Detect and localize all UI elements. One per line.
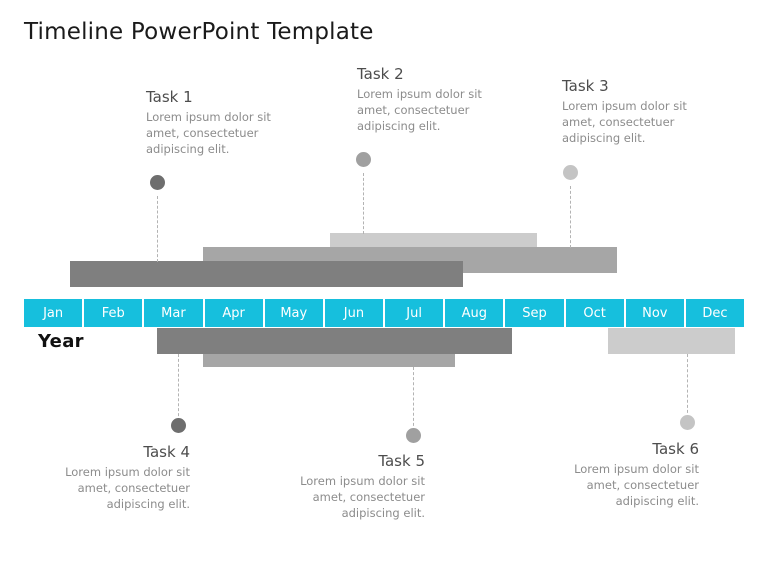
gantt-bar-task-6[interactable] <box>608 328 735 354</box>
task-title-task-1: Task 1 <box>146 88 193 106</box>
connector-task-3 <box>570 186 571 248</box>
month-cell-may[interactable]: May <box>264 299 323 327</box>
marker-task-3[interactable] <box>563 165 578 180</box>
month-cell-jul[interactable]: Jul <box>385 299 444 327</box>
year-label: Year <box>38 331 84 352</box>
connector-task-6 <box>687 354 688 418</box>
month-cell-apr[interactable]: Apr <box>204 299 263 327</box>
task-description-task-6: Lorem ipsum dolor sit amet, consectetuer… <box>574 462 699 508</box>
task-title-task-6: Task 6 <box>652 440 699 458</box>
task-title-task-4: Task 4 <box>143 443 190 461</box>
slide-canvas: Timeline PowerPoint Template Jan Feb Mar… <box>0 0 768 576</box>
month-cell-oct[interactable]: Oct <box>565 299 624 327</box>
month-cell-jun[interactable]: Jun <box>324 299 384 327</box>
month-strip: Jan Feb Mar Apr May Jun Jul Aug Sep Oct … <box>24 299 745 327</box>
marker-task-2[interactable] <box>356 152 371 167</box>
month-cell-nov[interactable]: Nov <box>625 299 684 327</box>
connector-task-4 <box>178 354 179 421</box>
task-title-task-2: Task 2 <box>357 65 404 83</box>
task-label-task-6: Task 6 Lorem ipsum dolor sit amet, conse… <box>547 440 699 510</box>
marker-task-1[interactable] <box>150 175 165 190</box>
connector-task-1 <box>157 196 158 262</box>
task-description-task-3: Lorem ipsum dolor sit amet, consectetuer… <box>562 99 687 145</box>
marker-task-6[interactable] <box>680 415 695 430</box>
task-label-task-3: Task 3 Lorem ipsum dolor sit amet, conse… <box>562 77 714 147</box>
task-description-task-4: Lorem ipsum dolor sit amet, consectetuer… <box>65 465 190 511</box>
task-label-task-4: Task 4 Lorem ipsum dolor sit amet, conse… <box>38 443 190 513</box>
month-cell-sep[interactable]: Sep <box>505 299 564 327</box>
page-title: Timeline PowerPoint Template <box>24 19 374 45</box>
gantt-bar-task-4[interactable] <box>157 328 512 354</box>
task-label-task-5: Task 5 Lorem ipsum dolor sit amet, conse… <box>273 452 425 522</box>
month-cell-dec[interactable]: Dec <box>685 299 745 327</box>
marker-task-4[interactable] <box>171 418 186 433</box>
month-cell-mar[interactable]: Mar <box>144 299 203 327</box>
month-cell-aug[interactable]: Aug <box>445 299 504 327</box>
task-description-task-1: Lorem ipsum dolor sit amet, consectetuer… <box>146 110 271 156</box>
task-description-task-5: Lorem ipsum dolor sit amet, consectetuer… <box>300 474 425 520</box>
task-title-task-5: Task 5 <box>378 452 425 470</box>
marker-task-5[interactable] <box>406 428 421 443</box>
task-label-task-1: Task 1 Lorem ipsum dolor sit amet, conse… <box>146 88 298 158</box>
task-description-task-2: Lorem ipsum dolor sit amet, consectetuer… <box>357 87 482 133</box>
task-title-task-3: Task 3 <box>562 77 609 95</box>
connector-task-2 <box>363 173 364 234</box>
month-cell-jan[interactable]: Jan <box>24 299 83 327</box>
month-cell-feb[interactable]: Feb <box>84 299 143 327</box>
connector-task-5 <box>413 367 414 431</box>
gantt-bar-task-1[interactable] <box>70 261 463 287</box>
task-label-task-2: Task 2 Lorem ipsum dolor sit amet, conse… <box>357 65 509 135</box>
